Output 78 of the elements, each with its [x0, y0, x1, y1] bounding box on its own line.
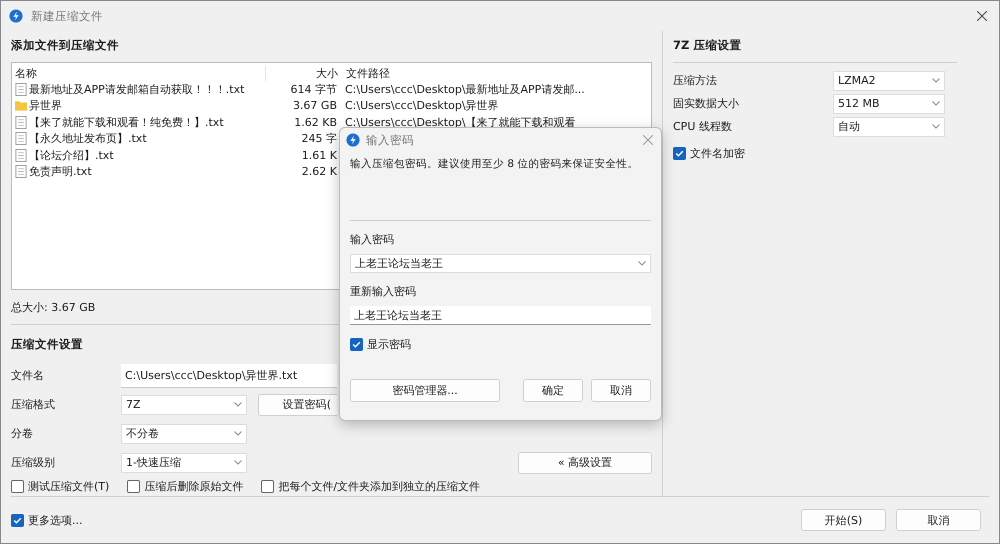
checkbox-label[interactable]: 压缩后删除原始文件 [144, 479, 244, 494]
close-icon[interactable] [977, 11, 987, 21]
file-name[interactable]: 【论坛介绍】.txt [29, 148, 114, 163]
caret-icon [234, 460, 242, 465]
folder-icon [15, 99, 27, 112]
file-size: 245 字 [302, 132, 337, 146]
field-label: 分卷 [11, 426, 34, 441]
section-heading: 7Z 压缩设置 [673, 38, 742, 54]
caret-icon [932, 78, 940, 83]
dropdown[interactable]: 不分卷 [121, 424, 247, 444]
dropdown[interactable]: 1-快速压缩 [121, 452, 247, 472]
app-logo-icon [346, 133, 360, 147]
dropdown[interactable]: 512 MB [833, 94, 945, 114]
column-header[interactable]: 大小 [266, 66, 338, 80]
section-heading: 压缩文件设置 [11, 337, 83, 353]
field-label: 固实数据大小 [673, 96, 740, 111]
field-label: 输入密码 [350, 232, 394, 248]
field-label: 压缩方法 [673, 73, 718, 88]
column-header[interactable]: 名称 [15, 66, 266, 80]
field-label: 压缩级别 [11, 455, 56, 470]
checkbox[interactable] [11, 480, 24, 493]
checkbox-label[interactable]: 显示密码 [367, 337, 411, 352]
set-password-button[interactable]: 设置密码( [258, 394, 337, 416]
field-label: CPU 线程数 [673, 119, 733, 134]
checkbox[interactable] [261, 480, 274, 493]
file-name[interactable]: 异世界 [29, 98, 62, 114]
checkbox[interactable] [350, 338, 363, 351]
cancel-button[interactable]: 取消 [896, 509, 981, 531]
checkbox-label[interactable]: 文件名加密 [690, 146, 745, 161]
section-heading: 添加文件到压缩文件 [11, 38, 119, 54]
caret-icon [638, 261, 646, 266]
password-field[interactable]: 上老王论坛当老王 [350, 254, 651, 273]
caret-icon [932, 101, 940, 106]
document-icon [15, 165, 27, 178]
caret-icon [234, 402, 242, 407]
dialog-title: 输入密码 [366, 132, 414, 148]
field-label: 重新输入密码 [350, 284, 416, 300]
column-header[interactable]: 文件路径 [338, 66, 648, 80]
file-name[interactable]: 【永久地址发布页】.txt [29, 131, 147, 146]
file-size: 1.62 KB [294, 116, 337, 129]
document-icon [15, 148, 27, 162]
window-title: 新建压缩文件 [31, 8, 103, 24]
confirm-password-field[interactable]: 上老王论坛当老王 [350, 306, 651, 325]
cancel-button[interactable]: 取消 [591, 379, 651, 402]
checkbox-label[interactable]: 测试压缩文件(T) [28, 479, 110, 494]
document-icon [15, 82, 27, 96]
file-size: 3.67 GB [292, 99, 337, 112]
file-size: 1.61 K [302, 148, 337, 162]
dropdown[interactable]: LZMA2 [833, 70, 945, 90]
ok-button[interactable]: 确定 [523, 379, 583, 402]
checkbox[interactable] [673, 147, 686, 160]
start-button[interactable]: 开始(S) [801, 509, 886, 531]
field-label: 文件名 [11, 368, 45, 383]
dropdown[interactable]: 自动 [833, 116, 945, 136]
total-size: 总大小: 3.67 GB [11, 300, 96, 316]
file-name[interactable]: 最新地址及APP请发邮箱自动获取！！！.txt [29, 82, 244, 97]
file-path: C:\Users\ccc\Desktop\异世界 [345, 99, 499, 112]
file-name[interactable]: 免责声明.txt [29, 164, 92, 180]
checkbox[interactable] [127, 480, 140, 493]
dialog-message: 输入压缩包密码。建议使用至少 8 位的密码来保证安全性。 [350, 157, 638, 171]
checkbox-label[interactable]: 更多选项... [28, 512, 82, 528]
file-path: C:\Users\ccc\Desktop\【来了就能下载和观看 [345, 116, 576, 129]
advanced-settings-button[interactable]: « 高级设置 [518, 452, 652, 474]
document-icon [15, 132, 27, 146]
file-size: 614 字节 [290, 82, 337, 96]
file-name-field[interactable]: C:\Users\ccc\Desktop\异世界.txt [121, 364, 337, 388]
field-label: 压缩格式 [11, 397, 56, 412]
dropdown[interactable]: 7Z [121, 394, 247, 414]
file-size: 2.62 K [302, 165, 337, 178]
caret-icon [932, 124, 940, 129]
checkbox-label[interactable]: 把每个文件/文件夹添加到独立的压缩文件 [278, 479, 480, 494]
file-path: C:\Users\ccc\Desktop\最新地址及APP请发邮... [345, 82, 585, 96]
app-logo-icon [9, 9, 23, 23]
caret-icon [234, 431, 242, 436]
document-icon [15, 116, 27, 129]
checkbox[interactable] [11, 514, 24, 526]
password-manager-button[interactable]: 密码管理器... [350, 379, 500, 402]
file-name[interactable]: 【来了就能下载和观看！纯免费！】.txt [29, 114, 224, 130]
